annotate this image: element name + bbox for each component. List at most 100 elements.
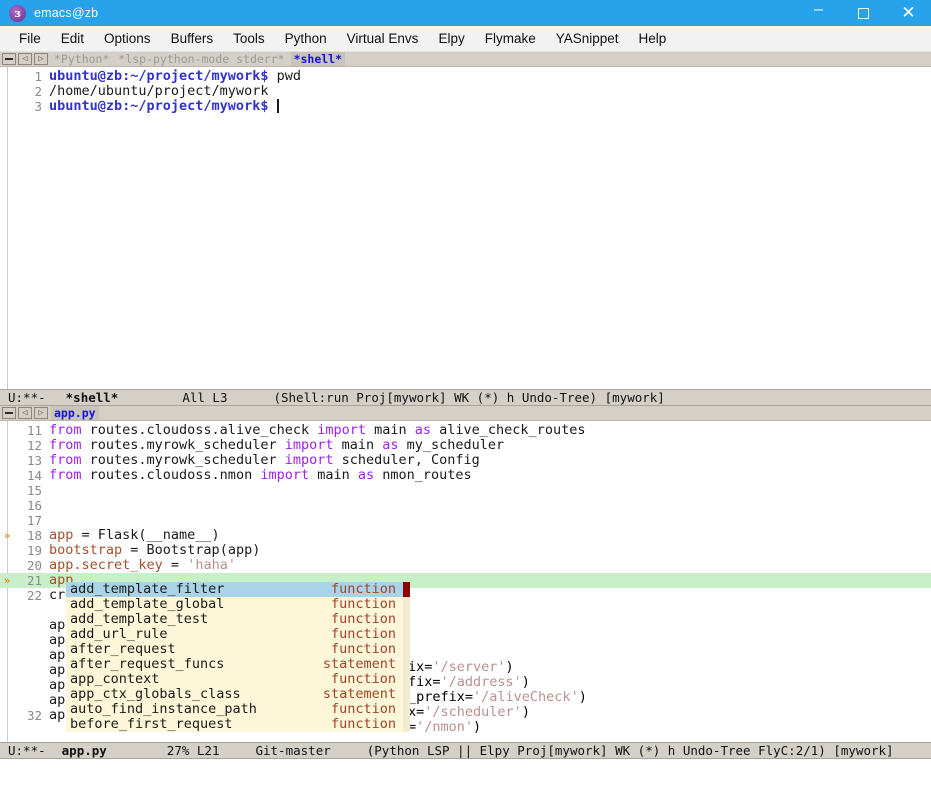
autocomplete-item[interactable]: add_template_filter function — [66, 582, 406, 597]
menu-item-yasnippet[interactable]: YASnippet — [546, 31, 629, 46]
modeline-modes-py: (Python LSP || Elpy Proj[mywork] WK (*) … — [366, 743, 894, 758]
bot-prev-buffer-button[interactable]: ◁ — [18, 407, 32, 419]
bot-triangle-right-icon: ▷ — [38, 407, 44, 418]
code-string-token: '/server' — [432, 659, 506, 675]
code-line: 14 from routes.cloudoss.nmon import main … — [0, 467, 931, 484]
popup-scrollbar-track[interactable] — [403, 582, 410, 732]
maximize-button[interactable] — [841, 0, 886, 26]
obscured-code-tails: ix='/server') fix='/address') _prefix='/al… — [408, 660, 587, 735]
modeline-buffer-name[interactable]: *shell* — [46, 390, 119, 405]
modeline-buffer-name-py[interactable]: app.py — [46, 743, 107, 758]
code-token: main — [374, 422, 415, 438]
menu-item-flymake[interactable]: Flymake — [475, 31, 546, 46]
top-prev-buffer-button[interactable]: ◁ — [18, 53, 32, 65]
menu-item-file[interactable]: File — [9, 31, 51, 46]
bot-tab-apppy[interactable]: app.py — [51, 406, 99, 420]
bottom-pane-tabline: ◁ ▷ app.py — [0, 406, 931, 421]
code-token: x= — [408, 704, 425, 720]
autocomplete-item[interactable]: add_template_test function — [66, 612, 406, 627]
line-number: 19 — [26, 543, 42, 558]
modeline-flags: U:**- — [8, 390, 46, 405]
autocomplete-item[interactable]: before_first_request function — [66, 717, 406, 732]
top-triangle-left-icon: ◁ — [22, 53, 28, 64]
python-buffer-pane[interactable]: 11 from routes.cloudoss.alive_check impor… — [0, 421, 931, 742]
line-number: 20 — [26, 558, 42, 573]
top-next-buffer-button[interactable]: ▷ — [34, 53, 48, 65]
shell-line: 3 ubuntu@zb:~/project/mywork$ — [0, 99, 931, 114]
top-minimize-pane-button[interactable] — [2, 53, 16, 65]
top-tab-python[interactable]: *Python* — [51, 52, 112, 66]
autocomplete-popup[interactable]: add_template_filter function add_template_… — [66, 582, 410, 732]
top-tab-shell[interactable]: *shell* — [290, 52, 346, 66]
menu-item-tools[interactable]: Tools — [223, 31, 275, 46]
emacs-icon: ɜ — [9, 4, 26, 22]
code-token: ) — [473, 719, 482, 735]
line-number: 12 — [26, 438, 42, 453]
autocomplete-item[interactable]: app_context function — [66, 672, 406, 687]
shell-output: 1 ubuntu@zb:~/project/mywork$ pwd 2/home/u… — [0, 67, 931, 115]
code-line: 12 from routes.myrowk_scheduler import ma… — [0, 437, 931, 454]
autocomplete-item-annotation: function — [330, 701, 396, 717]
code-line-text: from routes.myrowk_scheduler import sche… — [42, 453, 480, 468]
code-token: nmon_routes — [382, 467, 472, 483]
menu-item-virtual-envs[interactable]: Virtual Envs — [337, 31, 429, 46]
menu-item-python[interactable]: Python — [275, 31, 337, 46]
line-number: 16 — [26, 498, 42, 513]
code-token: = Bootstrap(app) — [122, 542, 261, 558]
autocomplete-item[interactable]: add_template_global function — [66, 597, 406, 612]
popup-scrollbar-thumb[interactable] — [403, 582, 410, 597]
shell-buffer-pane[interactable]: 1 ubuntu@zb:~/project/mywork$ pwd 2/home/u… — [0, 67, 931, 389]
shell-modeline: U:**- *shell* All L3 (Shell:run Proj[myw… — [0, 389, 931, 406]
close-icon: ✕ — [901, 3, 916, 22]
autocomplete-item[interactable]: after_request function — [66, 642, 406, 657]
autocomplete-item-label: add_template_global — [70, 596, 225, 612]
bot-next-buffer-button[interactable]: ▷ — [34, 407, 48, 419]
code-token: alive_check_routes — [439, 422, 586, 438]
obscured-code-line: x='/scheduler') — [408, 705, 587, 720]
line-number: 22 — [26, 588, 42, 603]
menu-item-help[interactable]: Help — [629, 31, 677, 46]
code-token: my_scheduler — [406, 437, 505, 453]
shell-line: 2/home/ubuntu/project/mywork — [0, 83, 931, 100]
autocomplete-item-annotation: function — [330, 581, 396, 597]
shell-prompt: ubuntu@zb:~/project/mywork$ — [49, 98, 269, 114]
code-token: app — [49, 527, 74, 543]
flycheck-error-marker-icon: » — [3, 529, 11, 542]
autocomplete-item[interactable]: app_ctx_globals_class statement — [66, 687, 406, 702]
code-token: import — [260, 467, 318, 483]
window-title: emacs@zb — [34, 6, 99, 20]
code-token: app.secret_key — [49, 557, 163, 573]
autocomplete-item-annotation: statement — [322, 686, 396, 702]
autocomplete-item-annotation: function — [330, 596, 396, 612]
autocomplete-item[interactable]: add_url_rule function — [66, 627, 406, 642]
line-number: 14 — [26, 468, 42, 483]
code-token: from — [49, 422, 90, 438]
minimize-button[interactable]: – — [796, 0, 841, 26]
menu-item-elpy[interactable]: Elpy — [428, 31, 474, 46]
menu-item-buffers[interactable]: Buffers — [161, 31, 224, 46]
autocomplete-item-label: after_request_funcs — [70, 656, 225, 672]
code-token: routes.myrowk_scheduler — [89, 437, 285, 453]
code-token: main — [341, 437, 383, 453]
top-tab-lsp-python-modestderr[interactable]: *lsp-python-mode stderr* — [115, 52, 287, 66]
modeline-modes: (Shell:run Proj[mywork] WK (*) h Undo-Tr… — [273, 390, 665, 405]
menu-item-options[interactable]: Options — [94, 31, 161, 46]
code-token: import — [284, 452, 342, 468]
code-token: ) — [578, 689, 587, 705]
autocomplete-item[interactable]: after_request_funcs statement — [66, 657, 406, 672]
code-token: = Flask(__name__) — [73, 527, 220, 543]
top-pane-tabline: ◁ ▷ *Python* *lsp-python-mode stderr* *shell… — [0, 52, 931, 67]
modeline-vc-branch: Git-master — [255, 743, 331, 758]
bot-minimize-pane-button[interactable] — [2, 407, 16, 419]
flycheck-error-marker-icon: » — [3, 574, 11, 587]
menu-item-edit[interactable]: Edit — [51, 31, 94, 46]
code-token: as — [357, 467, 383, 483]
shell-command-text: /home/ubuntu/project/mywork — [49, 83, 269, 99]
code-token: _prefix= — [408, 689, 474, 705]
autocomplete-item[interactable]: auto_find_instance_path function — [66, 702, 406, 717]
line-number: 21 — [26, 573, 42, 588]
modeline-flags-py: U:**- — [8, 743, 46, 758]
line-number: 11 — [26, 423, 42, 438]
close-button[interactable]: ✕ — [886, 0, 931, 26]
code-line: 11 from routes.cloudoss.alive_check impor… — [0, 422, 931, 439]
